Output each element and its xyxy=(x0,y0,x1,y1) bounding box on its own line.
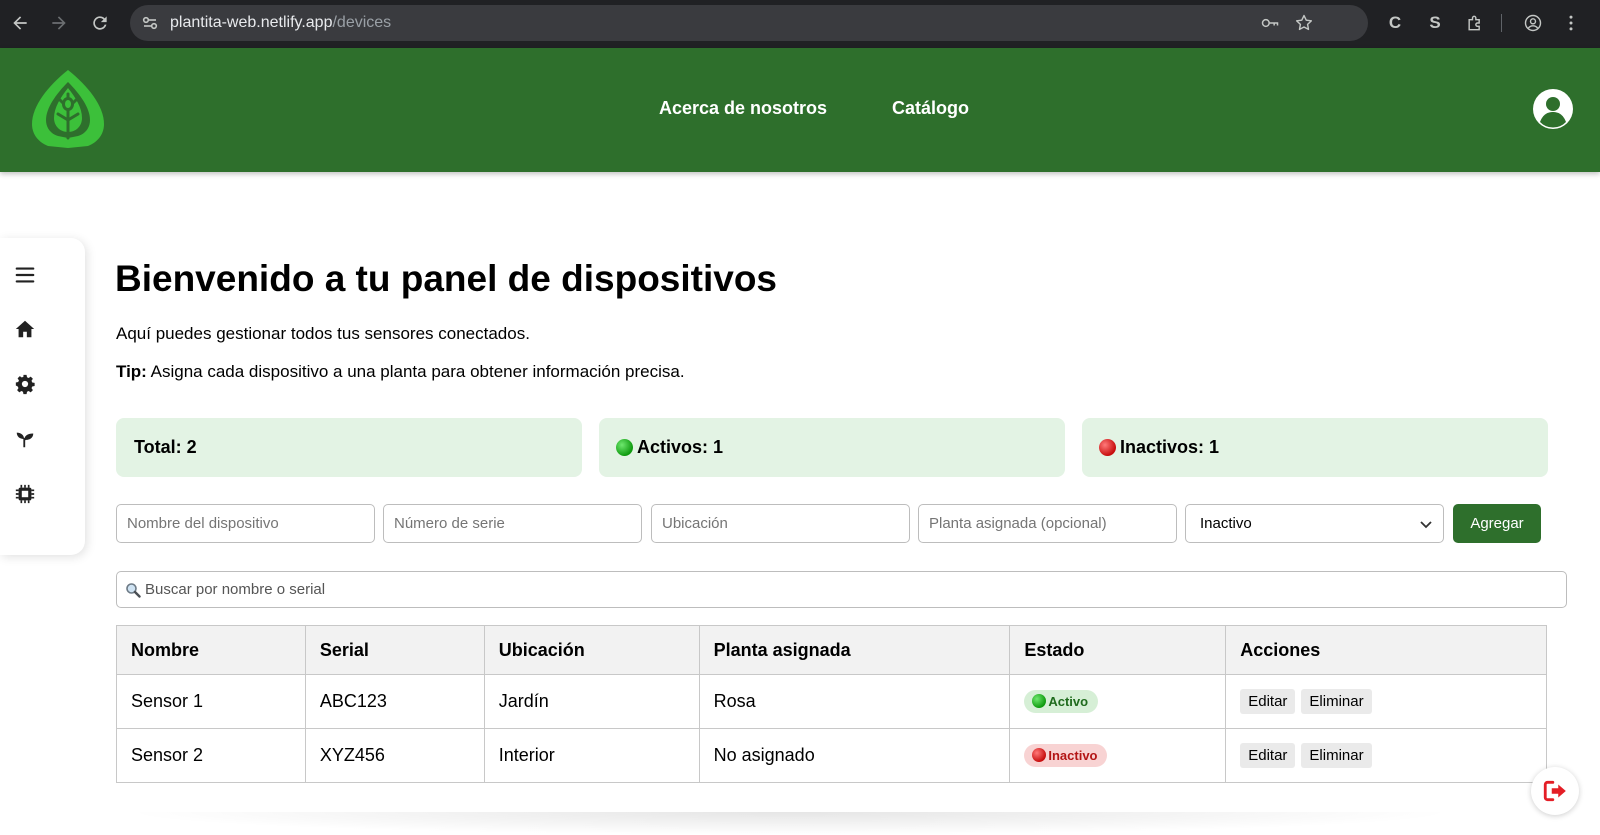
delete-button[interactable]: Eliminar xyxy=(1301,743,1372,768)
logout-button[interactable] xyxy=(1531,767,1579,815)
browser-toolbar: plantita-web.netlify.app/devices C S xyxy=(0,0,1600,48)
cell-serial: ABC123 xyxy=(304,674,485,729)
url-path: /devices xyxy=(332,14,392,31)
stat-active-card: Activos: 1 xyxy=(599,418,1065,477)
settings-gear-icon[interactable] xyxy=(12,371,38,397)
sidebar xyxy=(0,238,85,555)
forward-arrow-icon xyxy=(52,16,66,30)
chevron-down-icon xyxy=(1420,521,1432,529)
cell-status: Activo xyxy=(1009,674,1227,729)
bottom-shadow xyxy=(120,812,1460,835)
edit-button[interactable]: Editar xyxy=(1240,689,1296,714)
status-select[interactable]: Inactivo xyxy=(1185,504,1444,543)
search-box[interactable] xyxy=(116,571,1567,608)
cell-name: Sensor 2 xyxy=(116,728,306,783)
cell-location: Interior xyxy=(483,728,700,783)
extensions-puzzle-icon[interactable] xyxy=(1464,12,1486,34)
stat-total: Total: 2 xyxy=(134,437,197,457)
column-header-location: Ubicación xyxy=(483,625,700,675)
extension-c-icon[interactable]: C xyxy=(1384,12,1406,34)
status-badge: Inactivo xyxy=(1024,743,1108,767)
column-header-actions: Acciones xyxy=(1225,625,1547,675)
address-bar[interactable]: plantita-web.netlify.app/devices xyxy=(130,5,1368,41)
column-header-serial: Serial xyxy=(304,625,485,675)
edit-button[interactable]: Editar xyxy=(1240,743,1296,768)
reload-button[interactable] xyxy=(86,9,114,37)
stat-inactive: Inactivos: 1 xyxy=(1120,437,1220,457)
extension-s-icon[interactable]: S xyxy=(1424,12,1446,34)
stat-inactive-card: Inactivos: 1 xyxy=(1082,418,1548,477)
cell-status: Inactivo xyxy=(1009,728,1227,783)
key-icon[interactable] xyxy=(1260,13,1280,33)
status-badge: Activo xyxy=(1024,689,1099,713)
column-header-name: Nombre xyxy=(116,625,306,675)
nav-about-us[interactable]: Acerca de nosotros xyxy=(659,98,827,119)
status-select-value: Inactivo xyxy=(1200,515,1252,532)
logout-icon xyxy=(1543,780,1566,802)
cell-name: Sensor 1 xyxy=(116,674,306,729)
green-circle-icon xyxy=(1032,694,1047,709)
red-circle-icon xyxy=(1099,439,1116,456)
red-circle-icon xyxy=(1032,748,1047,763)
home-icon[interactable] xyxy=(12,316,38,342)
reload-icon xyxy=(93,16,107,30)
page-subtitle: Aquí puedes gestionar todos tus sensores… xyxy=(116,324,530,343)
status-badge-label: Inactivo xyxy=(1048,747,1098,763)
seedling-icon[interactable] xyxy=(12,426,38,452)
bookmark-star-icon[interactable] xyxy=(1294,13,1314,33)
table-row: Sensor 2 XYZ456 Interior No asignado Ina… xyxy=(116,728,1547,783)
app-header: Acerca de nosotros Catálogo xyxy=(0,48,1600,172)
status-badge-label: Activo xyxy=(1048,693,1089,709)
search-input[interactable] xyxy=(145,572,1555,607)
green-circle-icon xyxy=(616,439,633,456)
stat-active: Activos: 1 xyxy=(637,437,724,457)
add-device-button[interactable]: Agregar xyxy=(1453,504,1541,543)
user-account-icon[interactable] xyxy=(1532,88,1574,130)
tip-label: Tip: xyxy=(116,362,147,381)
forward-button[interactable] xyxy=(45,9,73,37)
url-host: plantita-web.netlify.app xyxy=(170,14,333,31)
location-input[interactable] xyxy=(651,504,910,543)
serial-number-input[interactable] xyxy=(383,504,642,543)
delete-button[interactable]: Eliminar xyxy=(1301,689,1372,714)
column-header-status: Estado xyxy=(1009,625,1227,675)
cell-location: Jardín xyxy=(483,674,700,729)
cell-serial: XYZ456 xyxy=(304,728,485,783)
plantita-logo[interactable] xyxy=(30,68,106,150)
cell-actions: Editar Eliminar xyxy=(1225,728,1547,783)
search-icon xyxy=(126,583,141,598)
table-header-row: Nombre Serial Ubicación Planta asignada … xyxy=(116,625,1547,675)
cell-plant: No asignado xyxy=(698,728,1011,783)
profile-icon[interactable] xyxy=(1522,12,1544,34)
devices-table: Nombre Serial Ubicación Planta asignada … xyxy=(116,625,1547,783)
nav-catalog[interactable]: Catálogo xyxy=(892,98,969,119)
back-arrow-icon xyxy=(13,16,27,30)
cell-plant: Rosa xyxy=(698,674,1011,729)
hamburger-menu-icon[interactable] xyxy=(12,262,38,288)
microchip-icon[interactable] xyxy=(12,481,38,507)
table-row: Sensor 1 ABC123 Jardín Rosa Activo Edita… xyxy=(116,674,1547,729)
url-text[interactable]: plantita-web.netlify.app/devices xyxy=(170,14,391,32)
stat-total-card: Total: 2 xyxy=(116,418,582,477)
toolbar-divider xyxy=(1501,14,1502,32)
back-button[interactable] xyxy=(6,9,34,37)
browser-menu-icon[interactable] xyxy=(1560,12,1582,34)
cell-actions: Editar Eliminar xyxy=(1225,674,1547,729)
device-name-input[interactable] xyxy=(116,504,375,543)
tip-body: Asigna cada dispositivo a una planta par… xyxy=(146,362,685,381)
page-title: Bienvenido a tu panel de dispositivos xyxy=(115,258,778,299)
assigned-plant-input[interactable] xyxy=(918,504,1177,543)
site-settings-icon[interactable] xyxy=(140,13,160,33)
column-header-plant: Planta asignada xyxy=(698,625,1011,675)
tip-text: Tip: Asigna cada dispositivo a una plant… xyxy=(116,362,685,382)
